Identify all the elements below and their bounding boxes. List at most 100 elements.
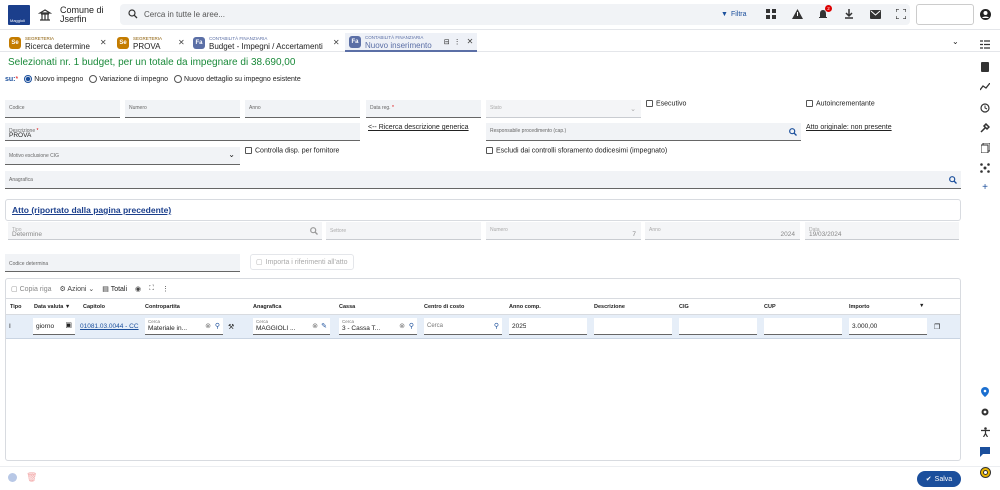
eye-icon[interactable]: ◉ (135, 285, 141, 293)
menu-list-icon[interactable] (974, 40, 996, 49)
delete-icon[interactable]: 🗑 (26, 472, 37, 483)
anno-field[interactable]: Anno (245, 100, 360, 118)
add-icon[interactable]: + (974, 182, 996, 193)
copia-riga-button[interactable]: ▢ Copia riga (11, 285, 52, 293)
tab-budget-impegni[interactable]: Fa CONTABILITÀ FINANZIARIA Budget - Impeg… (189, 33, 344, 52)
filter-icon[interactable]: ▼ (919, 303, 924, 309)
responsabile-field[interactable]: Responsabile procedimento (cap.) (486, 123, 801, 141)
col-header[interactable]: Centro di costo (424, 304, 464, 310)
copy-icon[interactable]: ❐ (934, 323, 940, 331)
bell-icon[interactable]: 2 (816, 5, 832, 21)
anagrafica-input[interactable]: Cerca MAGGIOLI ... ⊗ ✎ (253, 318, 330, 335)
data-reg-field[interactable]: Data reg. * (366, 100, 481, 118)
salva-button[interactable]: ✔ Salva (917, 471, 961, 487)
trend-icon[interactable] (974, 83, 996, 91)
pin-icon[interactable]: ⊟ (444, 38, 450, 46)
mail-icon[interactable] (868, 7, 882, 21)
close-icon[interactable]: ✕ (178, 38, 185, 47)
impegno-type-radio-group: su: * Nuovo impegno Variazione di impegno… (5, 75, 301, 83)
contropartita-input[interactable]: Cerca Materiale in... ⊗ ⚲ (145, 318, 223, 335)
copy-icon[interactable] (974, 143, 996, 153)
totali-button[interactable]: ▤ Totali (102, 285, 127, 293)
col-header[interactable]: Descrizione (594, 304, 625, 310)
selection-summary: Selezionati nr. 1 budget, per un totale … (8, 57, 296, 68)
centro-costo-input[interactable]: Cerca ⚲ (424, 318, 502, 335)
descrizione-field[interactable]: Descrizione * PROVA (5, 123, 360, 141)
radio-variazione-impegno[interactable]: Variazione di impegno (89, 75, 168, 83)
radio-nuovo-dettaglio[interactable]: Nuovo dettaglio su impegno esistente (174, 75, 301, 83)
controlla-disp-checkbox[interactable]: Controlla disp. per fornitore (245, 147, 339, 154)
capitolo-link[interactable]: 01081.03.0044 - CC (80, 323, 140, 330)
col-header[interactable]: Tipo (10, 304, 22, 310)
stato-select[interactable]: Stato ⌄ (486, 100, 641, 118)
more-vertical-icon[interactable]: ⋮ (454, 38, 461, 46)
expand-icon[interactable]: ⛶ (149, 285, 154, 293)
col-header[interactable]: Anno comp. (509, 304, 541, 310)
close-icon[interactable]: ✕ (100, 38, 107, 47)
history-icon[interactable] (974, 103, 996, 113)
atto-originale-link[interactable]: Atto originale: non presente (806, 124, 892, 131)
check-icon: ✔ (925, 476, 932, 483)
importo-input[interactable]: 3.000,00 (849, 318, 927, 335)
chevron-down-icon: ⌄ (228, 150, 235, 159)
filter-button[interactable]: ▼ Filtra (716, 8, 752, 21)
atto-numero-field: Numero 7 (486, 222, 641, 240)
col-header[interactable]: Capitolo (83, 304, 105, 310)
descrizione-input[interactable] (594, 318, 672, 335)
col-header[interactable]: Contropartita (145, 304, 180, 310)
tab-module-badge: Fa (193, 36, 205, 49)
codice-determina-field[interactable]: Codice determina (5, 254, 240, 272)
ricerca-descrizione-link[interactable]: <-- Ricerca descrizione generica (368, 124, 469, 131)
search-icon[interactable] (789, 128, 797, 136)
download-icon[interactable] (842, 7, 856, 21)
esecutivo-checkbox[interactable]: Esecutivo (646, 100, 686, 107)
table-row[interactable]: I giorno ▣ 01081.03.0044 - CC Cerca Materi… (6, 315, 960, 339)
tab-nuovo-inserimento[interactable]: Fa CONTABILITÀ FINANZIARIA Nuovo inserime… (345, 33, 478, 52)
anagrafica-field[interactable]: Anagrafica (5, 171, 961, 189)
user-field[interactable] (916, 4, 974, 25)
info-icon[interactable] (8, 473, 17, 482)
copy-icon: ▢ (11, 286, 18, 293)
cig-input[interactable] (679, 318, 757, 335)
tab-prova[interactable]: Se SEGRETERIA PROVA ✕ (113, 33, 189, 52)
col-header[interactable]: Importo (849, 304, 869, 310)
chat-icon[interactable] (974, 447, 996, 457)
col-header[interactable]: Cassa (339, 304, 355, 310)
cassa-input[interactable]: Cerca 3 - Cassa T... ⊗ ⚲ (339, 318, 417, 335)
location-pin-icon[interactable] (974, 387, 996, 397)
col-header[interactable]: CUP (764, 304, 776, 310)
codice-field[interactable]: Codice (5, 100, 120, 118)
data-valuta-input[interactable]: giorno ▣ (33, 318, 75, 335)
atto-title[interactable]: Atto (riportato dalla pagina precedente) (12, 205, 171, 215)
account-icon[interactable] (978, 7, 992, 21)
chevron-down-icon[interactable]: ⌄ (952, 37, 959, 46)
tab-ricerca-determine[interactable]: Se SEGRETERIA Ricerca determine ✕ (5, 33, 111, 52)
settings-icon[interactable] (974, 407, 996, 417)
book-icon[interactable] (974, 62, 996, 72)
build-icon[interactable] (974, 123, 996, 133)
warning-icon[interactable] (790, 7, 804, 21)
autoincrementante-checkbox[interactable]: Autoincrementante (806, 100, 875, 107)
grid-apps-icon[interactable] (764, 7, 778, 21)
accessibility-icon[interactable] (974, 427, 996, 437)
motivo-esclusione-cig-select[interactable]: Motivo esclusione CIG ⌄ (5, 147, 240, 165)
close-icon[interactable]: ✕ (333, 38, 340, 47)
col-header[interactable]: Anagrafica (253, 304, 281, 310)
numero-field[interactable]: Numero (125, 100, 240, 118)
home-icon[interactable] (38, 8, 52, 22)
azioni-menu[interactable]: ⚙ Azioni ⌄ (60, 285, 95, 293)
fullscreen-icon[interactable] (894, 7, 908, 21)
more-vertical-icon[interactable]: ⋮ (162, 285, 169, 293)
escludi-controlli-checkbox[interactable]: Escludi dai controlli sforamento dodices… (486, 147, 667, 154)
close-icon[interactable]: ✕ (467, 37, 474, 46)
radio-nuovo-impegno[interactable]: Nuovo impegno (24, 75, 83, 83)
magic-wand-icon[interactable]: ⚒ (228, 323, 234, 331)
col-header[interactable]: Data valuta ▼ (34, 304, 70, 310)
hub-icon[interactable] (974, 163, 996, 173)
search-icon[interactable] (949, 176, 957, 184)
importa-riferimenti-button[interactable]: ▢ Importa i riferimenti all'atto (250, 254, 354, 270)
col-header[interactable]: CIG (679, 304, 689, 310)
anno-comp-input[interactable]: 2025 (509, 318, 587, 335)
clear-icon: ⊗ (312, 323, 318, 330)
cup-input[interactable] (764, 318, 842, 335)
